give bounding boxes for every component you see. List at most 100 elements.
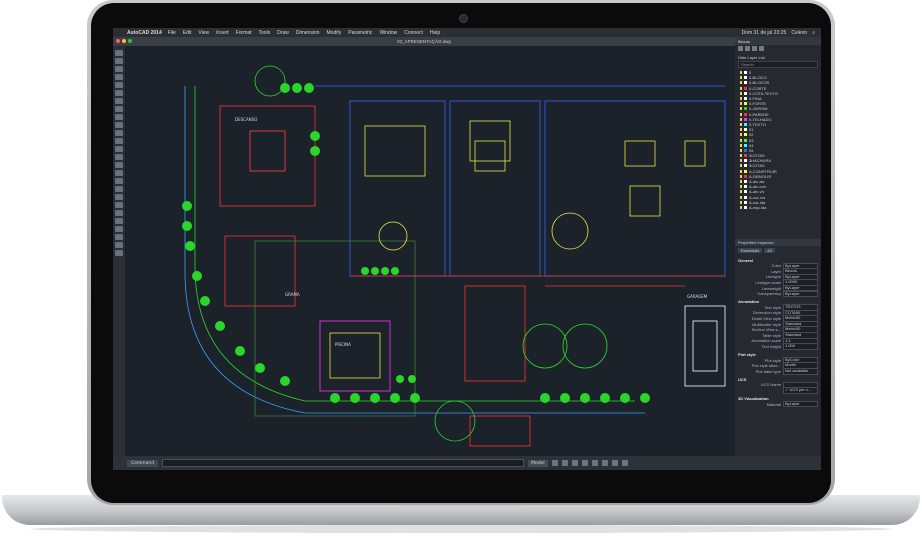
layer-color-swatch[interactable] [744,76,747,80]
tab-all[interactable]: All [764,248,775,253]
menu-connect[interactable]: Connect [404,30,423,36]
insert-tool-icon[interactable] [115,250,123,256]
layer-color-swatch[interactable] [744,154,747,158]
layer-color-swatch[interactable] [744,122,747,126]
menu-modify[interactable]: Modify [327,30,342,36]
new-layer-icon[interactable] [738,46,743,51]
lightbulb-icon[interactable] [740,138,742,142]
layer-color-swatch[interactable] [744,86,747,90]
layer-color-swatch[interactable] [744,174,747,178]
menu-help[interactable]: Help [430,30,440,36]
layer-color-swatch[interactable] [744,128,747,132]
menu-window[interactable]: Window [379,30,397,36]
menu-view[interactable]: View [198,30,209,36]
drawing-canvas[interactable]: DESCANSO PISCINA GRAMA GARAGEM [125,46,735,456]
explode-tool-icon[interactable] [115,202,123,208]
layer-color-swatch[interactable] [744,133,747,137]
lightbulb-icon[interactable] [740,91,742,95]
layer-color-swatch[interactable] [744,205,747,209]
copy-tool-icon[interactable] [115,106,123,112]
property-value[interactable]: ByLayer [783,290,818,298]
scale-tool-icon[interactable] [115,130,123,136]
stretch-tool-icon[interactable] [115,138,123,144]
model-tab[interactable]: Model [528,459,548,467]
array-tool-icon[interactable] [115,186,123,192]
lightbulb-icon[interactable] [740,107,742,111]
layer-color-swatch[interactable] [744,185,747,189]
layer-row[interactable]: A-equ-lda [738,205,818,210]
chamfer-tool-icon[interactable] [115,170,123,176]
lightbulb-icon[interactable] [740,174,742,178]
lightbulb-icon[interactable] [740,81,742,85]
layer-color-swatch[interactable] [744,169,747,173]
trim-tool-icon[interactable] [115,146,123,152]
lightbulb-icon[interactable] [740,148,742,152]
menu-file[interactable]: File [168,30,176,36]
move-tool-icon[interactable] [115,98,123,104]
text-tool-icon[interactable] [115,210,123,216]
lightbulb-icon[interactable] [740,71,742,75]
menu-edit[interactable]: Edit [183,30,192,36]
set-current-icon[interactable] [752,46,757,51]
layer-color-swatch[interactable] [744,180,747,184]
layer-color-swatch[interactable] [744,117,747,121]
menu-draw[interactable]: Draw [277,30,289,36]
lightbulb-icon[interactable] [740,180,742,184]
circle-tool-icon[interactable] [115,66,123,72]
lineweight-icon[interactable] [601,460,608,466]
layer-color-swatch[interactable] [744,91,747,95]
workspace-icon[interactable] [621,460,628,466]
layer-color-swatch[interactable] [744,164,747,168]
layer-color-swatch[interactable] [744,200,747,204]
erase-tool-icon[interactable] [115,194,123,200]
dimension-tool-icon[interactable] [115,218,123,224]
offset-tool-icon[interactable] [115,178,123,184]
layer-color-swatch[interactable] [744,112,747,116]
layer-color-swatch[interactable] [744,97,747,101]
lightbulb-icon[interactable] [740,200,742,204]
rectangle-tool-icon[interactable] [115,82,123,88]
layer-color-swatch[interactable] [744,102,747,106]
lightbulb-icon[interactable] [740,97,742,101]
lightbulb-icon[interactable] [740,185,742,189]
rotate-tool-icon[interactable] [115,114,123,120]
layer-color-swatch[interactable] [744,195,747,199]
layer-color-swatch[interactable] [744,138,747,142]
lightbulb-icon[interactable] [740,154,742,158]
polar-icon[interactable] [581,460,588,466]
ortho-icon[interactable] [571,460,578,466]
layers-header[interactable]: Blocos [735,37,821,45]
grid-icon[interactable] [551,460,558,466]
hatch-tool-icon[interactable] [115,90,123,96]
lightbulb-icon[interactable] [740,169,742,173]
command-input[interactable] [162,459,525,467]
property-value[interactable]: 1.000 [783,343,818,350]
menu-format[interactable]: Format [236,30,252,36]
close-window-icon[interactable] [116,39,120,43]
lightbulb-icon[interactable] [740,117,742,121]
arc-tool-icon[interactable] [115,74,123,80]
user-name[interactable]: Celeon [791,30,807,36]
property-value[interactable]: ByLayer [783,400,818,408]
leader-tool-icon[interactable] [115,226,123,232]
annotation-scale-icon[interactable] [611,460,618,466]
fillet-tool-icon[interactable] [115,162,123,168]
lightbulb-icon[interactable] [740,102,742,106]
lightbulb-icon[interactable] [740,133,742,137]
lightbulb-icon[interactable] [740,76,742,80]
menu-insert[interactable]: Insert [216,30,229,36]
block-tool-icon[interactable] [115,242,123,248]
layers-title[interactable]: Hide Layer List [735,55,821,60]
search-icon[interactable]: ⌕ [812,30,815,36]
app-menu[interactable]: AutoCAD 2014 [127,30,162,36]
layer-color-swatch[interactable] [744,81,747,85]
lightbulb-icon[interactable] [740,122,742,126]
lightbulb-icon[interactable] [740,159,742,163]
lightbulb-icon[interactable] [740,205,742,209]
polyline-tool-icon[interactable] [115,58,123,64]
line-tool-icon[interactable] [115,50,123,56]
layer-color-swatch[interactable] [744,143,747,147]
lightbulb-icon[interactable] [740,128,742,132]
lightbulb-icon[interactable] [740,143,742,147]
lightbulb-icon[interactable] [740,190,742,194]
